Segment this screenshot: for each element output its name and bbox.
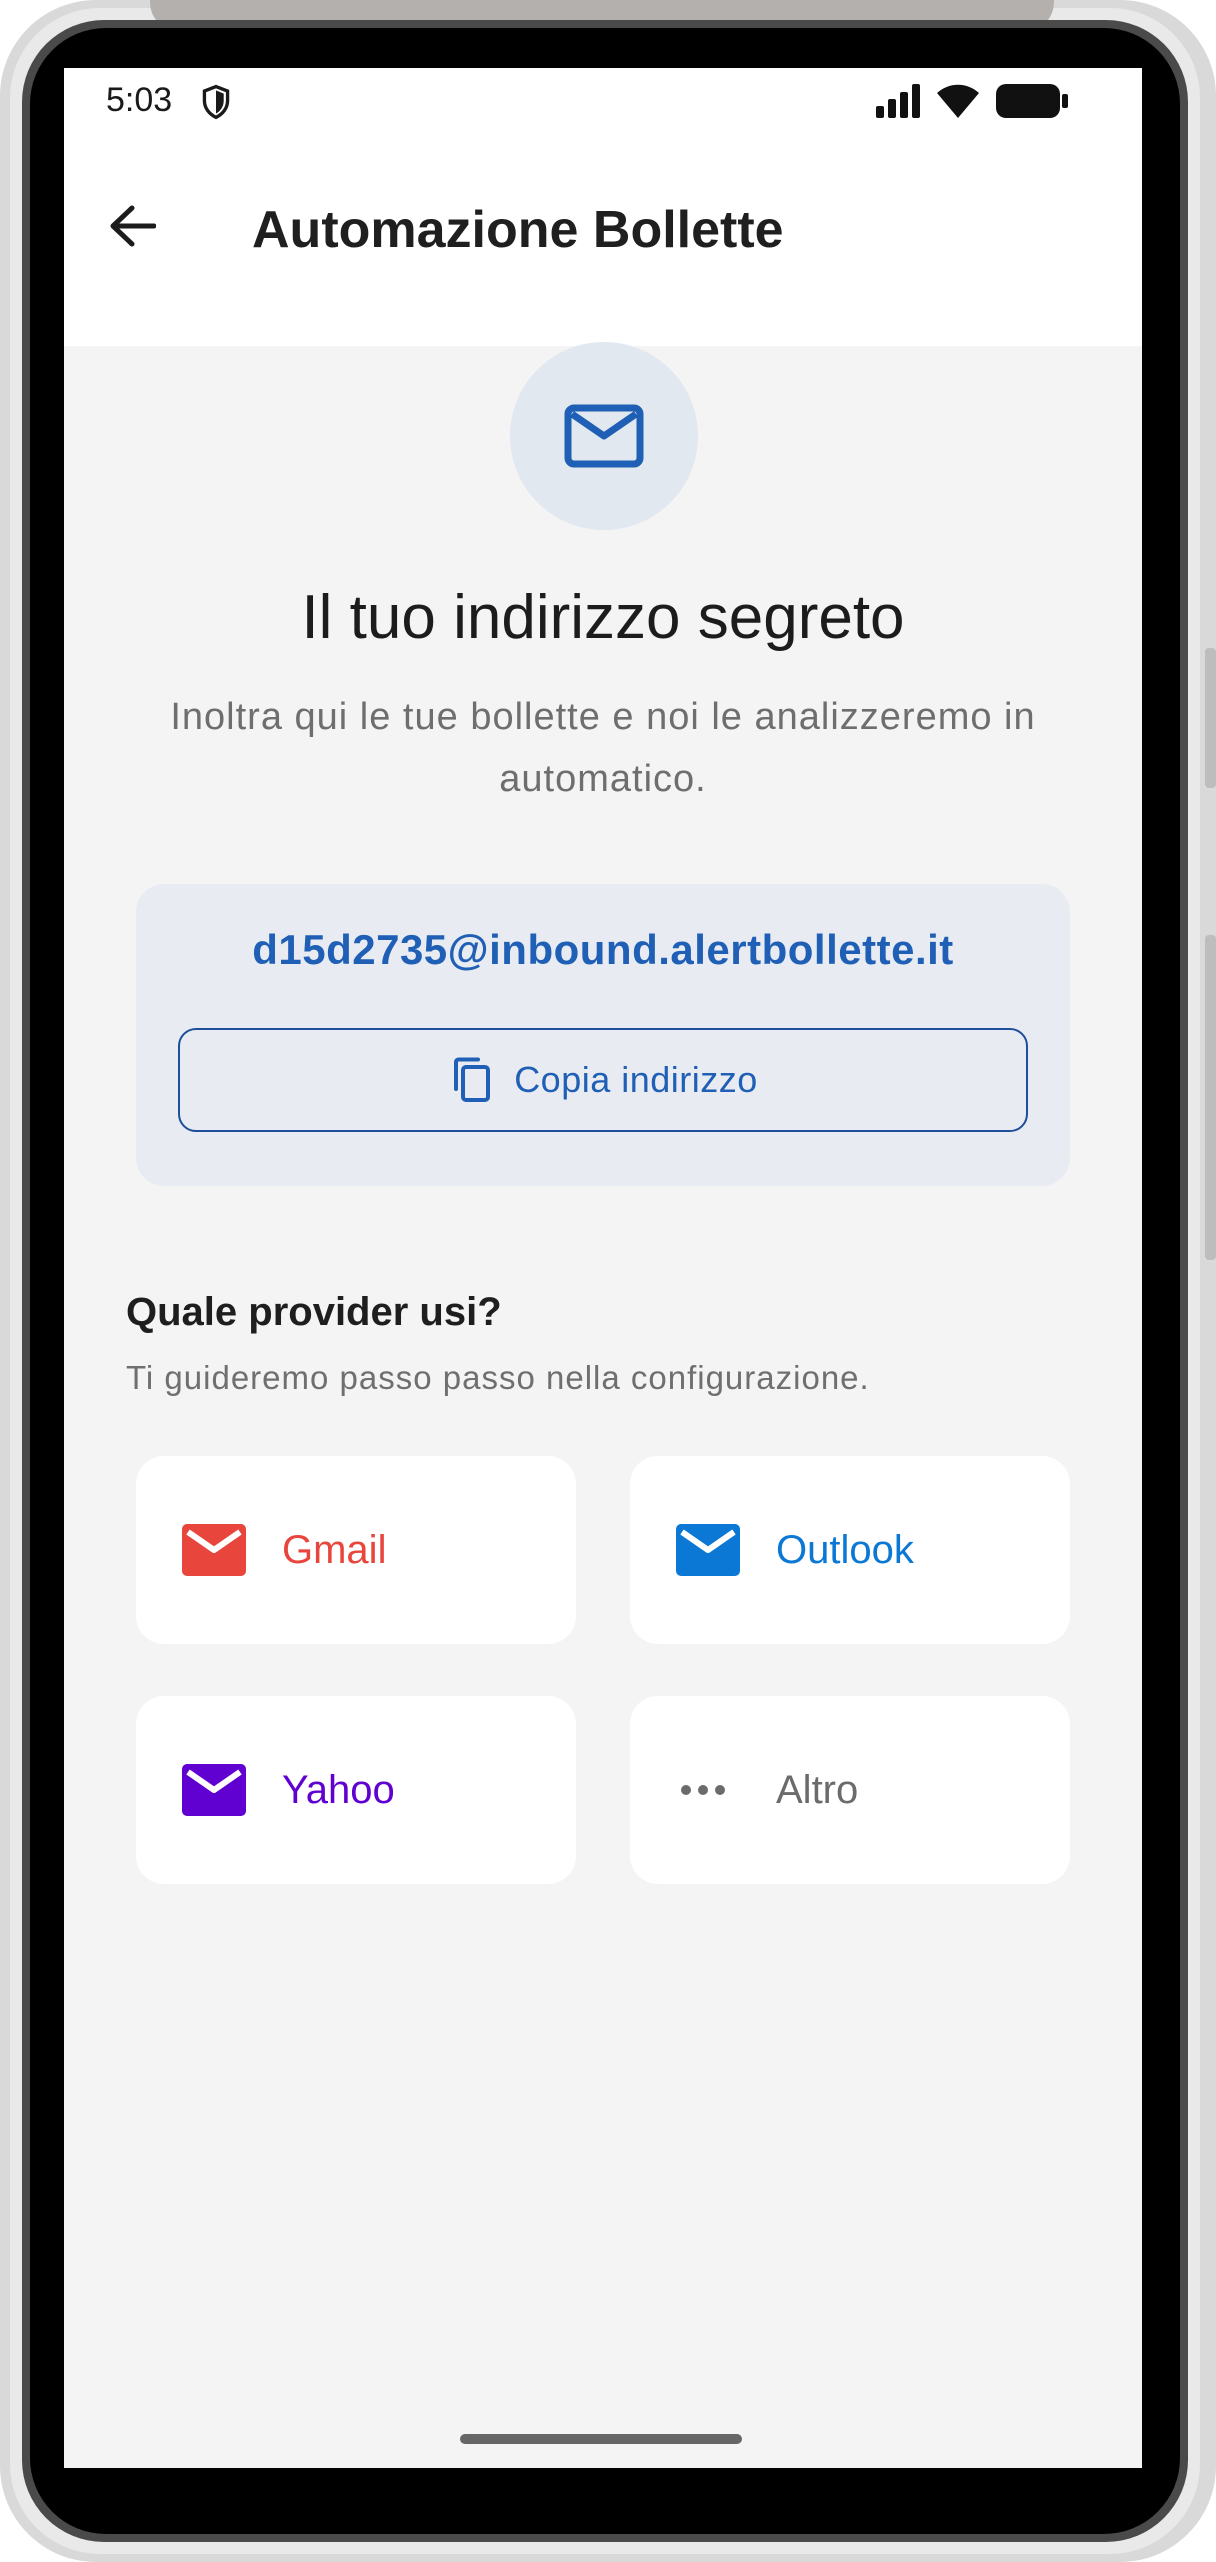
page-title: Automazione Bollette: [252, 201, 784, 259]
copy-icon: [454, 1057, 491, 1102]
provider-card-other[interactable]: Altro: [630, 1696, 1070, 1884]
provider-section-subtitle: Ti guideremo passo passo nella configura…: [126, 1359, 870, 1396]
screen: 5:03 Automazione Bollette Il tuo indiriz…: [64, 68, 1142, 2468]
mail-icon: [676, 1524, 740, 1576]
back-button[interactable]: [100, 194, 164, 258]
provider-card-yahoo[interactable]: Yahoo: [136, 1696, 576, 1884]
hero-title: Il tuo indirizzo segreto: [301, 583, 905, 652]
copy-address-button[interactable]: Copia indirizzo: [178, 1028, 1028, 1132]
volume-button: [1205, 935, 1216, 1260]
battery-icon: [996, 84, 1068, 118]
provider-label-outlook: Outlook: [776, 1528, 914, 1572]
mail-badge: [510, 342, 698, 530]
provider-card-outlook[interactable]: Outlook: [630, 1456, 1070, 1644]
provider-section-title: Quale provider usi?: [126, 1290, 502, 1334]
secret-address: d15d2735@inbound.alertbollette.it: [252, 926, 954, 973]
app-bar: Automazione Bollette: [64, 134, 1142, 346]
mail-icon: [564, 404, 644, 468]
mail-icon: [182, 1764, 246, 1816]
mail-icon: [182, 1524, 246, 1576]
hero-subtitle: Inoltra qui le tue bollette e noi le ana…: [170, 696, 1036, 800]
status-bar: 5:03: [64, 68, 1142, 134]
address-card: d15d2735@inbound.alertbollette.it Copia …: [136, 884, 1070, 1186]
provider-label-gmail: Gmail: [282, 1528, 387, 1572]
provider-label-yahoo: Yahoo: [282, 1768, 395, 1812]
more-horizontal-icon: [681, 1785, 725, 1795]
provider-label-other: Altro: [776, 1768, 859, 1812]
shield-icon: [202, 84, 230, 120]
copy-address-label: Copia indirizzo: [514, 1059, 758, 1100]
provider-card-gmail[interactable]: Gmail: [136, 1456, 576, 1644]
signal-icon: [876, 84, 920, 118]
arrow-left-icon: [110, 205, 156, 247]
status-time: 5:03: [106, 81, 173, 119]
home-indicator[interactable]: [460, 2434, 742, 2444]
wifi-icon: [937, 84, 979, 118]
power-button: [1205, 648, 1216, 788]
